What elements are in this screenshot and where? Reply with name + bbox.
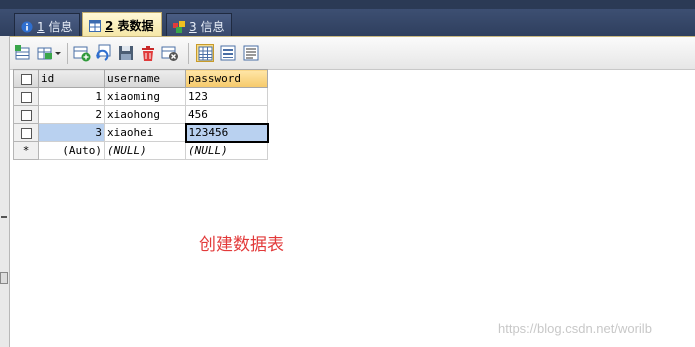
cell-username[interactable]: xiaoming — [104, 87, 186, 106]
cell-id[interactable]: 2 — [38, 105, 105, 124]
text-view-icon[interactable] — [242, 44, 260, 62]
grid-header-row: id username password — [13, 69, 268, 88]
table-row-selected[interactable]: 3 xiaohei 123456 — [13, 122, 269, 143]
cell-id-auto[interactable]: (Auto) — [38, 141, 105, 160]
column-header-password[interactable]: password — [185, 69, 268, 88]
delete-icon[interactable] — [139, 44, 157, 62]
results-grid: id username password 1 xiaoming 123 2 xi… — [13, 69, 269, 160]
cell-id[interactable]: 1 — [38, 87, 105, 106]
new-row-marker: * — [13, 141, 39, 160]
info-icon — [21, 21, 33, 33]
column-header-username[interactable]: username — [104, 69, 186, 88]
tab-label: 信息 — [196, 20, 225, 34]
new-row[interactable]: * (Auto) (NULL) (NULL) — [13, 141, 268, 160]
left-panel-edge — [0, 36, 10, 347]
insert-dropdown-icon[interactable] — [36, 44, 62, 62]
watermark: https://blog.csdn.net/worilb — [498, 321, 652, 336]
tab-label: 信息 — [44, 20, 73, 34]
row-selector[interactable] — [13, 105, 39, 124]
cancel-icon[interactable] — [161, 44, 179, 62]
cell-id[interactable]: 3 — [38, 123, 105, 142]
title-strip — [0, 0, 695, 9]
cell-username[interactable]: xiaohong — [104, 105, 186, 124]
cell-password-focused[interactable]: 123456 — [184, 122, 269, 143]
cell-username[interactable]: xiaohei — [104, 123, 186, 142]
grid-toolbar — [10, 37, 695, 70]
cell-username-null[interactable]: (NULL) — [104, 141, 186, 160]
info-icon — [173, 21, 185, 33]
row-checkbox[interactable] — [20, 91, 32, 103]
scroll-handle[interactable] — [0, 272, 8, 284]
tab-number: 1 — [37, 20, 45, 34]
tab-info-1[interactable]: 1 信息 — [14, 13, 81, 36]
tab-number: 3 — [189, 20, 197, 34]
table-row[interactable]: 1 xiaoming 123 — [13, 87, 268, 106]
tab-label: 表数据 — [113, 19, 154, 33]
cell-password-null[interactable]: (NULL) — [185, 141, 268, 160]
row-selector[interactable] — [13, 123, 39, 142]
select-all-checkbox[interactable] — [20, 73, 32, 85]
save-icon[interactable] — [117, 44, 135, 62]
table-icon — [89, 20, 101, 32]
grid-view-icon[interactable] — [196, 44, 214, 62]
tab-table-data[interactable]: 2 表数据 — [82, 12, 162, 36]
row-selector[interactable] — [13, 87, 39, 106]
annotation-text: 创建数据表 — [199, 235, 284, 255]
refresh-icon[interactable] — [95, 44, 113, 62]
cell-password[interactable]: 123 — [185, 87, 268, 106]
tab-info-3[interactable]: 3 信息 — [166, 13, 233, 36]
tab-bar: 1 信息 2 表数据 3 信息 — [0, 9, 695, 37]
cell-password[interactable]: 456 — [185, 105, 268, 124]
splitter-mark — [1, 216, 7, 218]
toolbar-separator — [188, 43, 189, 64]
table-row[interactable]: 2 xiaohong 456 — [13, 105, 268, 124]
form-view-icon[interactable] — [219, 44, 237, 62]
row-checkbox[interactable] — [20, 127, 32, 139]
select-all-header[interactable] — [13, 69, 39, 88]
column-header-id[interactable]: id — [38, 69, 105, 88]
row-checkbox[interactable] — [20, 109, 32, 121]
toolbar-separator — [67, 43, 68, 64]
add-row-icon[interactable] — [73, 44, 91, 62]
insert-row-icon[interactable] — [14, 44, 32, 62]
